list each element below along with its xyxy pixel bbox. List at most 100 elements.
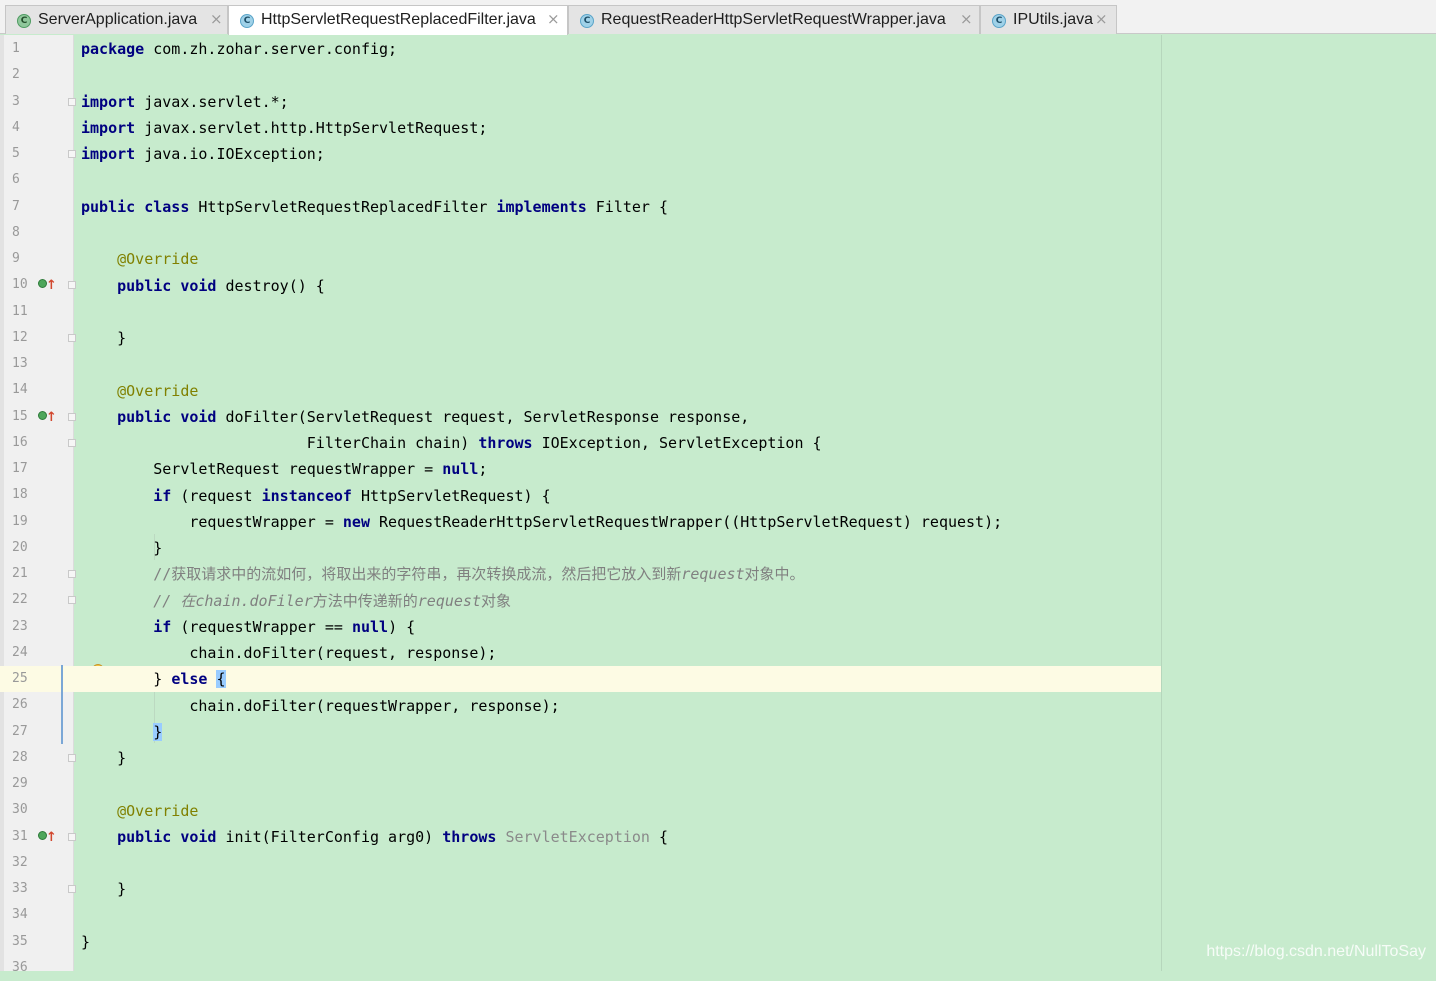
statement: RequestReaderHttpServletRequestWrapper((… bbox=[370, 513, 1003, 531]
tab-request-reader-wrapper[interactable]: C RequestReaderHttpServletRequestWrapper… bbox=[568, 5, 980, 34]
code-editor[interactable]: package com.zh.zohar.server.config; impo… bbox=[74, 35, 1436, 971]
statement: chain.doFilter(request, response); bbox=[189, 644, 497, 662]
close-icon[interactable]: × bbox=[547, 10, 560, 28]
keyword: public bbox=[117, 277, 172, 295]
code-line-17: ServletRequest requestWrapper = null; bbox=[74, 456, 1436, 482]
gutter-line[interactable]: 33 bbox=[0, 876, 76, 902]
close-icon[interactable]: × bbox=[210, 10, 223, 28]
line-number: 25 bbox=[12, 671, 28, 686]
up-arrow-icon: ↑ bbox=[46, 409, 57, 425]
code-line-15: public void doFilter(ServletRequest requ… bbox=[74, 404, 1436, 430]
brace: } bbox=[153, 539, 163, 557]
line-number: 12 bbox=[12, 329, 28, 345]
keyword: public bbox=[117, 408, 172, 426]
line-number: 11 bbox=[12, 303, 28, 319]
code-line-4: import javax.servlet.http.HttpServletReq… bbox=[74, 115, 1436, 141]
tab-server-application[interactable]: C ServerApplication.java × bbox=[5, 5, 228, 34]
tab-label: ServerApplication.java bbox=[38, 11, 198, 28]
vcs-change-marker[interactable] bbox=[61, 665, 63, 744]
close-icon[interactable]: × bbox=[1095, 10, 1108, 28]
gutter-line[interactable]: 19 bbox=[0, 509, 74, 535]
gutter-line[interactable]: 17 bbox=[0, 456, 74, 482]
tab-iputils[interactable]: C IPUtils.java × bbox=[980, 5, 1117, 34]
gutter-line[interactable]: 28 bbox=[0, 745, 76, 771]
code-line-7: public class HttpServletRequestReplacedF… bbox=[74, 194, 1436, 220]
comment: request bbox=[417, 592, 481, 610]
statement: requestWrapper = bbox=[189, 513, 343, 531]
gutter-line[interactable]: 34 bbox=[0, 902, 74, 928]
close-icon[interactable]: × bbox=[960, 10, 973, 28]
gutter-line[interactable]: 5 bbox=[0, 141, 76, 167]
gutter-line[interactable]: 23 bbox=[0, 614, 74, 640]
line-number: 22 bbox=[12, 592, 28, 608]
keyword: if bbox=[153, 618, 172, 636]
code-line-26: chain.doFilter(requestWrapper, response)… bbox=[74, 693, 1436, 719]
gutter-line[interactable]: 14 bbox=[0, 377, 74, 403]
gutter-line[interactable]: 35 bbox=[0, 929, 74, 955]
gutter-line[interactable]: 18 bbox=[0, 482, 74, 508]
code-line-27: } bbox=[74, 719, 1436, 745]
line-number-gutter[interactable]: 1 2 3 4 5 6 7 8 9 10 ↑ 11 12 13 14 15 ↑ 16 17 18 19 20 21 22 23 2… bbox=[0, 35, 76, 975]
line-number: 4 bbox=[12, 119, 20, 135]
line-number: 18 bbox=[12, 487, 28, 503]
line-number: 16 bbox=[12, 434, 28, 450]
line-number: 31 bbox=[12, 828, 28, 844]
gutter-line[interactable]: 15 ↑ bbox=[0, 404, 76, 430]
gutter-line[interactable]: 10 ↑ bbox=[0, 272, 76, 298]
gutter-line[interactable]: 31 ↑ bbox=[0, 824, 76, 850]
keyword: import bbox=[81, 119, 136, 137]
gutter-line[interactable]: 12 bbox=[0, 325, 76, 351]
gutter-line[interactable]: 13 bbox=[0, 351, 74, 377]
up-arrow-icon: ↑ bbox=[46, 278, 57, 294]
gutter-line[interactable]: 20 bbox=[0, 535, 74, 561]
gutter-line[interactable]: 30 bbox=[0, 797, 74, 823]
import-path: java.io.IOException; bbox=[135, 145, 325, 163]
code-line-25-current[interactable]: } else { bbox=[74, 666, 1161, 692]
gutter-line[interactable]: 9 bbox=[0, 246, 74, 272]
gutter-line[interactable]: 11 bbox=[0, 299, 74, 325]
gutter-line[interactable]: 24 bbox=[0, 640, 74, 666]
line-number: 34 bbox=[12, 907, 28, 923]
code-line-20: } bbox=[74, 535, 1436, 561]
gutter-line[interactable]: 6 bbox=[0, 167, 74, 193]
gutter-line[interactable]: 22 bbox=[0, 587, 76, 613]
gutter-line[interactable]: 32 bbox=[0, 850, 74, 876]
line-number: 10 bbox=[12, 277, 28, 293]
keyword: public bbox=[117, 828, 172, 846]
matched-brace: } bbox=[153, 723, 163, 741]
right-margin-guide bbox=[1161, 35, 1162, 971]
gutter-line[interactable]: 7 bbox=[0, 194, 74, 220]
condition: (requestWrapper == bbox=[171, 618, 352, 636]
gutter-line[interactable]: 4 bbox=[0, 115, 74, 141]
line-number: 33 bbox=[12, 881, 28, 896]
comment: chain.doFiler bbox=[195, 592, 313, 610]
line-number: 9 bbox=[12, 251, 20, 266]
gutter-line[interactable]: 8 bbox=[0, 220, 74, 246]
line-number: 35 bbox=[12, 933, 28, 949]
gutter-line[interactable]: 16 bbox=[0, 430, 76, 456]
class-icon: C bbox=[240, 14, 254, 28]
class-icon: C bbox=[580, 14, 594, 28]
keyword: void bbox=[180, 828, 217, 846]
code-line-14: @Override bbox=[74, 378, 1436, 404]
import-path: javax.servlet.http.HttpServletRequest; bbox=[135, 119, 488, 137]
line-number: 23 bbox=[12, 618, 28, 634]
semicolon: ; bbox=[478, 460, 488, 478]
keyword: import bbox=[81, 93, 136, 111]
line-number: 1 bbox=[12, 41, 20, 56]
line-number: 13 bbox=[12, 356, 28, 371]
code-line-30: @Override bbox=[74, 798, 1436, 824]
class-name: HttpServletRequestReplacedFilter bbox=[189, 198, 497, 216]
gutter-line[interactable]: 1 bbox=[0, 36, 74, 62]
gutter-line[interactable]: 21 bbox=[0, 561, 76, 587]
gutter-line[interactable]: 36 bbox=[0, 955, 74, 981]
keyword: else bbox=[171, 670, 208, 688]
keyword: void bbox=[180, 277, 217, 295]
gutter-line[interactable]: 3 bbox=[0, 89, 76, 115]
gutter-line[interactable]: 2 bbox=[0, 62, 74, 88]
tab-http-servlet-request-replaced-filter[interactable]: C HttpServletRequestReplacedFilter.java … bbox=[228, 5, 568, 35]
editor-tab-bar: C ServerApplication.java × C HttpServlet… bbox=[0, 0, 1436, 35]
gutter-line[interactable]: 29 bbox=[0, 771, 74, 797]
keyword: import bbox=[81, 145, 136, 163]
